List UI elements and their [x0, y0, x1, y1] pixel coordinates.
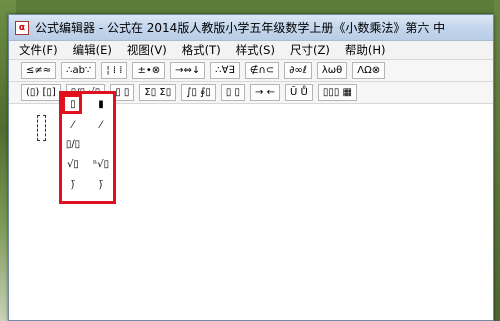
embellishments-palette-icon[interactable]: ¦ ⁞ ⁞: [101, 62, 128, 79]
spaces-palette-icon[interactable]: ∴ab∵: [61, 62, 97, 79]
menu-edit[interactable]: 编辑(E): [73, 42, 112, 58]
symbol-toolbar: ≤≠≈ ∴ab∵ ¦ ⁞ ⁞ ±•⊗ →⇔↓ ∴∀∃ ∉∩⊂ ∂∞ℓ λωθ Λ…: [9, 60, 493, 82]
window-title: 公式编辑器 - 公式在 2014版人教版小学五年级数学上册《小数乘法》第六 中: [35, 21, 446, 35]
relations-palette-icon[interactable]: ≤≠≈: [21, 62, 57, 79]
long-division-quotient-icon[interactable]: ⟌: [92, 178, 110, 194]
menu-size[interactable]: 尺寸(Z): [290, 42, 330, 58]
long-division-icon[interactable]: ⟌: [64, 178, 82, 194]
integral-palette-icon[interactable]: ∫▯ ∮▯: [181, 84, 216, 101]
summation-palette-icon[interactable]: Σ▯ Σ▯: [139, 84, 177, 101]
misc-symbols-palette-icon[interactable]: ∂∞ℓ: [284, 62, 312, 79]
desktop-background-right: [494, 0, 500, 321]
products-palette-icon[interactable]: Ū Ů: [284, 84, 313, 101]
menu-file[interactable]: 文件(F): [19, 42, 58, 58]
equation-editor-icon: α: [15, 20, 29, 35]
logic-palette-icon[interactable]: ∴∀∃: [210, 62, 240, 79]
slash-fraction-small-icon[interactable]: ⁄: [92, 117, 110, 133]
greek-lower-palette-icon[interactable]: λωθ: [316, 62, 348, 79]
bevelled-fraction-icon[interactable]: ▯/▯: [64, 136, 82, 152]
greek-upper-palette-icon[interactable]: ΛΩ⊗: [352, 62, 386, 79]
square-root-icon[interactable]: √▯: [64, 156, 82, 172]
arrows-palette-icon[interactable]: →⇔↓: [170, 62, 206, 79]
underbar-palette-icon[interactable]: ▯ ▯: [220, 84, 246, 101]
menu-style[interactable]: 样式(S): [236, 42, 275, 58]
labeled-arrows-palette-icon[interactable]: → ←: [250, 84, 280, 101]
title-bar: α 公式编辑器 - 公式在 2014版人教版小学五年级数学上册《小数乘法》第六 …: [9, 15, 493, 41]
fences-palette-icon[interactable]: (▯) [▯]: [21, 84, 61, 101]
equation-editor-window: α 公式编辑器 - 公式在 2014版人教版小学五年级数学上册《小数乘法》第六 …: [8, 14, 494, 321]
menu-bar: 文件(F) 编辑(E) 视图(V) 格式(T) 样式(S) 尺寸(Z) 帮助(H…: [9, 41, 493, 60]
menu-view[interactable]: 视图(V): [127, 42, 167, 58]
matrix-palette-icon[interactable]: ▯▯▯ ▦: [317, 84, 357, 101]
menu-help[interactable]: 帮助(H): [345, 42, 386, 58]
fraction-small-icon[interactable]: ▮: [92, 96, 110, 112]
fraction-full-icon[interactable]: ▯: [64, 96, 82, 112]
sets-palette-icon[interactable]: ∉∩⊂: [244, 62, 280, 79]
empty-template-slot[interactable]: [37, 115, 46, 141]
fraction-radical-palette: ▯ ▮ ⁄ ⁄ ▯/▯ √▯ ⁿ√▯ ⟌ ⟌: [59, 91, 116, 204]
nth-root-icon[interactable]: ⁿ√▯: [92, 156, 110, 172]
menu-format[interactable]: 格式(T): [182, 42, 221, 58]
slash-fraction-icon[interactable]: ⁄: [64, 117, 82, 133]
operators-palette-icon[interactable]: ±•⊗: [132, 62, 166, 79]
